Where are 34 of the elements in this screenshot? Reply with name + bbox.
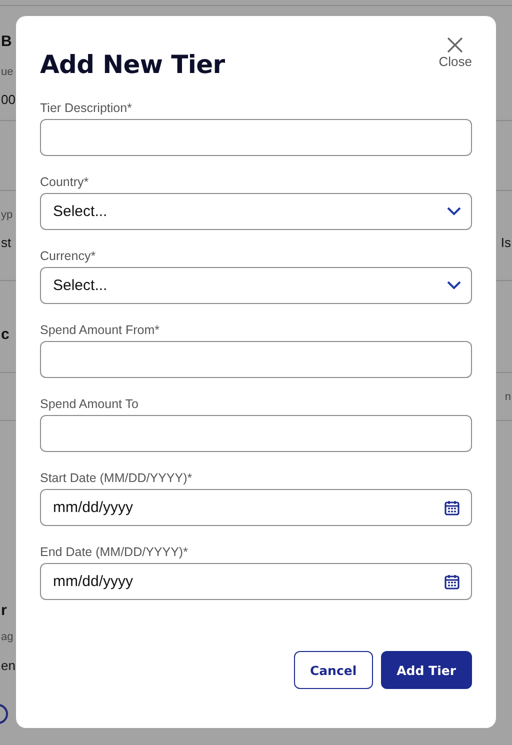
calendar-icon[interactable] <box>444 574 460 590</box>
field-label: Spend Amount To <box>40 397 140 411</box>
field-label: Currency* <box>40 249 97 263</box>
background-text: yp <box>1 209 13 222</box>
background-text: ue <box>1 66 14 78</box>
dialog-title: Add New Tier <box>40 50 225 79</box>
add-button[interactable]: Add Tier <box>380 651 472 689</box>
background-text: 00 <box>1 93 16 108</box>
date-field[interactable]: mm/dd/yyyy <box>40 489 472 526</box>
cancel-button[interactable]: Cancel <box>294 651 373 689</box>
background-text: Is <box>500 236 511 250</box>
background-text: n <box>504 391 511 404</box>
text-field[interactable] <box>40 341 472 378</box>
background-text: en <box>1 659 16 674</box>
select-dropdown[interactable]: Select... <box>40 193 472 230</box>
select-dropdown[interactable]: Select... <box>40 267 472 304</box>
background-text: st <box>1 236 12 250</box>
background-text: B <box>1 34 12 50</box>
date-field[interactable]: mm/dd/yyyy <box>40 563 472 600</box>
field-label: Spend Amount From* <box>40 323 161 337</box>
field-label: Tier Description* <box>40 101 133 115</box>
calendar-icon[interactable] <box>444 500 460 516</box>
field-label: End Date (MM/DD/YYYY)* <box>40 545 189 559</box>
close-button[interactable]: Close <box>438 36 472 69</box>
background-text: ag <box>1 631 14 644</box>
chevron-down-icon <box>447 207 461 216</box>
field-label: Start Date (MM/DD/YYYY)* <box>40 471 194 485</box>
field-label: Country* <box>40 175 90 189</box>
text-field[interactable] <box>40 119 472 156</box>
background-text: r <box>1 603 7 620</box>
background-text: c <box>1 327 10 344</box>
chevron-down-icon <box>447 281 461 290</box>
close-icon <box>446 36 464 54</box>
text-field[interactable] <box>40 415 472 452</box>
